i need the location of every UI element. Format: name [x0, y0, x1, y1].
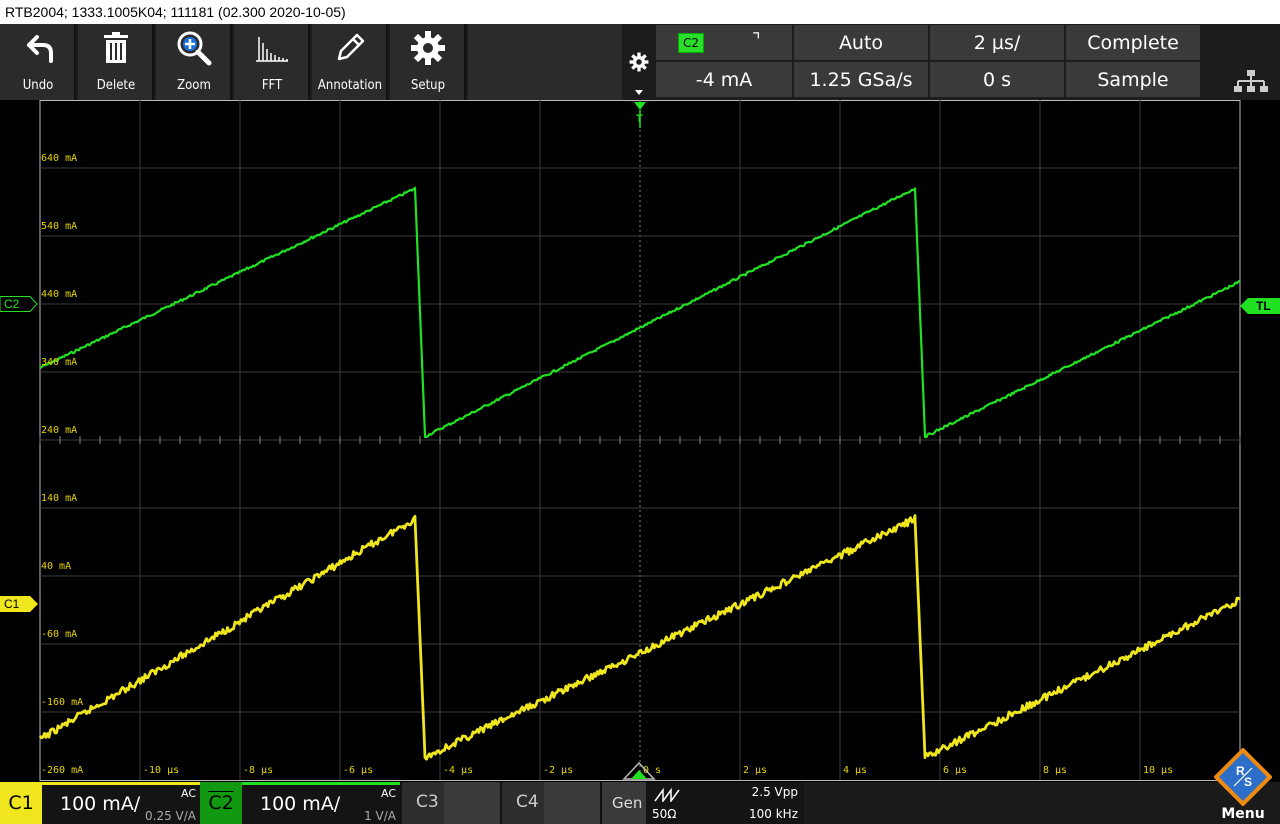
time-label: 10 µs	[1143, 765, 1174, 776]
rs-logo: R S	[1214, 748, 1272, 806]
scale-label: 140 mA	[41, 493, 78, 504]
c1-scale: 100 mA/	[60, 793, 141, 815]
c3-channel-button[interactable]: C3	[400, 782, 502, 824]
toolbar: Undo Delete Zoom FFT Annotation Setup C2…	[0, 24, 1280, 100]
scale-label: -260 mA	[41, 765, 84, 776]
acquisition-status[interactable]: Complete	[1066, 25, 1200, 60]
time-label: 4 µs	[843, 765, 868, 776]
trigger-level[interactable]: -4 mA	[656, 62, 792, 97]
scale-label: 340 mA	[41, 357, 78, 368]
scale-label: -60 mA	[41, 629, 78, 640]
c2-settings[interactable]: 100 mA/ AC 1 V/A	[242, 782, 400, 824]
time-label: -2 µs	[543, 765, 574, 776]
zoom-button[interactable]: Zoom	[156, 24, 232, 100]
time-label: -10 µs	[143, 765, 180, 776]
instrument-id: RTB2004; 1333.1005K04; 111181 (02.300 20…	[5, 4, 346, 20]
timebase-scale[interactable]: 2 µs/	[930, 25, 1064, 60]
channel-bar: C1 100 mA/ AC 0.25 V/A C2 100 mA/ AC 1 V…	[0, 748, 1280, 824]
scale-label: 240 mA	[41, 425, 78, 436]
c2-channel-button[interactable]: C2	[200, 782, 242, 824]
small-gear-icon	[629, 52, 649, 72]
c2-probe-factor: 1 V/A	[364, 809, 396, 823]
undo-icon	[0, 30, 76, 66]
zoom-icon	[156, 30, 232, 66]
time-label: -4 µs	[443, 765, 474, 776]
toolbar-spacer	[468, 24, 622, 100]
generator-amplitude: 2.5 Vpp	[751, 785, 798, 799]
c2-coupling: AC	[380, 787, 396, 800]
network-icon[interactable]	[1234, 70, 1274, 94]
dropdown-icon	[635, 90, 643, 95]
trigger-level-marker[interactable]: TL	[1240, 298, 1280, 314]
graticule	[39, 100, 1241, 781]
generator-settings[interactable]: 50Ω 2.5 Vpp 100 kHz	[646, 782, 804, 824]
ramp-wave-icon	[654, 788, 680, 802]
scale-label: 640 mA	[41, 153, 78, 164]
sample-rate[interactable]: 1.25 GSa/s	[794, 62, 928, 97]
generator-frequency: 100 kHz	[749, 807, 798, 821]
gear-icon	[390, 30, 466, 66]
trash-icon	[78, 30, 154, 66]
c1-offset-marker[interactable]: C1	[0, 596, 38, 612]
c1-probe-factor: 0.25 V/A	[145, 809, 196, 823]
trigger-source[interactable]: C2 ⌝	[656, 25, 792, 60]
scale-label: -160 mA	[41, 697, 84, 708]
c4-channel-button[interactable]: C4	[500, 782, 602, 824]
horizontal-position-marker[interactable]	[622, 760, 656, 780]
time-label: 6 µs	[943, 765, 968, 776]
time-label: 8 µs	[1043, 765, 1068, 776]
generator-impedance: 50Ω	[652, 807, 677, 821]
settings-shortcut[interactable]	[624, 24, 654, 100]
pencil-icon	[312, 30, 388, 66]
trigger-slope-icon: ⌝	[752, 30, 761, 51]
time-offset[interactable]: 0 s	[930, 62, 1064, 97]
time-label: -8 µs	[243, 765, 274, 776]
menu-button[interactable]: R S Menu	[1206, 748, 1280, 824]
undo-button[interactable]: Undo	[0, 24, 76, 100]
c1-waveform	[38, 514, 1241, 761]
menu-label: Menu	[1221, 806, 1265, 822]
scale-label: 40 mA	[41, 561, 72, 572]
scale-label: 540 mA	[41, 221, 78, 232]
trigger-source-badge: C2	[678, 33, 705, 53]
annotation-button[interactable]: Annotation	[312, 24, 388, 100]
waveform-display[interactable]: 640 mA 540 mA 440 mA 340 mA 240 mA 140 m…	[0, 100, 1280, 782]
fft-button[interactable]: FFT	[234, 24, 310, 100]
c1-channel-button[interactable]: C1	[0, 782, 42, 824]
time-label: -6 µs	[343, 765, 374, 776]
setup-button[interactable]: Setup	[390, 24, 466, 100]
c1-settings[interactable]: 100 mA/ AC 0.25 V/A	[42, 782, 200, 824]
generator-button[interactable]: Gen	[600, 782, 646, 824]
c1-coupling: AC	[180, 787, 196, 800]
title-bar: RTB2004; 1333.1005K04; 111181 (02.300 20…	[0, 0, 1280, 24]
c2-offset-marker[interactable]: C2	[0, 296, 38, 312]
scale-label: 440 mA	[41, 289, 78, 300]
svg-text:S: S	[1244, 775, 1252, 789]
acquisition-mode[interactable]: Sample	[1066, 62, 1200, 97]
fft-spectrum-icon	[234, 30, 310, 66]
delete-button[interactable]: Delete	[78, 24, 154, 100]
c2-scale: 100 mA/	[260, 793, 341, 815]
trigger-mode[interactable]: Auto	[794, 25, 928, 60]
time-label: 2 µs	[743, 765, 768, 776]
trigger-position-marker[interactable]: T	[632, 100, 648, 130]
